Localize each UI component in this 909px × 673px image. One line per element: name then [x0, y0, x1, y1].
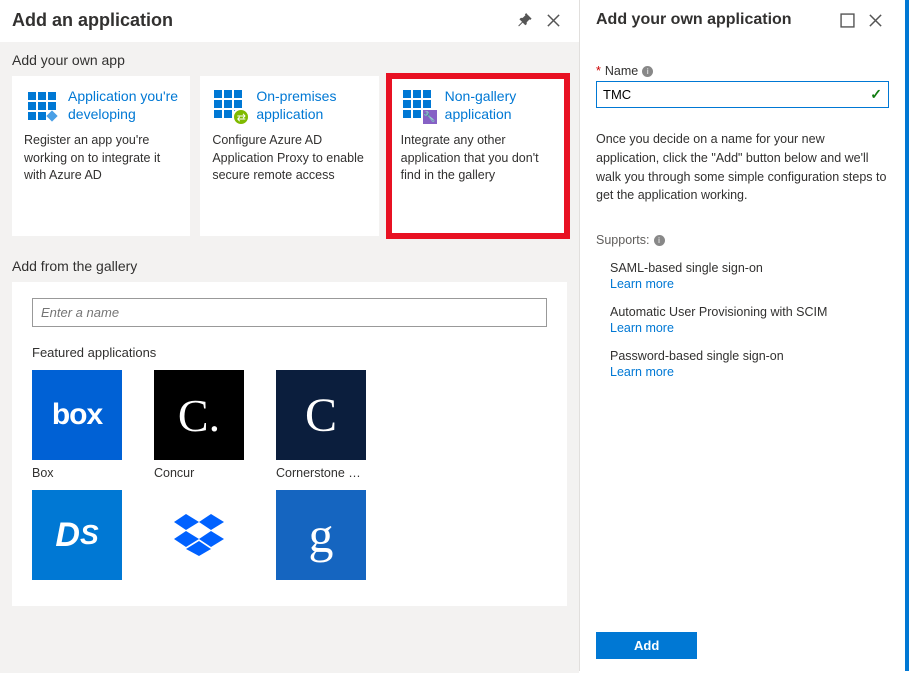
- blade-body[interactable]: Add your own app Application you're deve…: [0, 42, 579, 673]
- close-icon[interactable]: [861, 6, 889, 34]
- name-input[interactable]: [597, 82, 888, 107]
- box-logo-icon: box: [32, 370, 122, 460]
- concur-logo-icon: C.: [154, 370, 244, 460]
- card-app-developing[interactable]: Application you're developing Register a…: [12, 76, 190, 236]
- gallery-search-input[interactable]: [32, 298, 547, 327]
- card-on-premises[interactable]: ⇄ On-premises application Configure Azur…: [200, 76, 378, 236]
- tile-dropbox[interactable]: [154, 490, 244, 580]
- tile-row-1: box Box C. Concur C Cornerstone O...: [32, 370, 547, 480]
- card-non-gallery[interactable]: 🔧 Non-gallery application Integrate any …: [389, 76, 567, 236]
- info-icon[interactable]: i: [654, 235, 665, 246]
- learn-more-link[interactable]: Learn more: [610, 321, 889, 335]
- right-blade-title: Add your own application: [596, 11, 833, 29]
- add-own-application-blade: Add your own application * Name i ✓ Once…: [580, 0, 909, 671]
- tile-label: Concur: [154, 466, 244, 480]
- learn-more-link[interactable]: Learn more: [610, 277, 889, 291]
- cornerstone-logo-icon: C: [276, 370, 366, 460]
- on-prem-icon: ⇄: [212, 88, 248, 124]
- right-blade-header: Add your own application: [596, 0, 889, 42]
- name-input-wrap: ✓: [596, 81, 889, 108]
- tile-google[interactable]: g: [276, 490, 366, 580]
- non-gallery-icon: 🔧: [401, 88, 437, 124]
- card-desc: Configure Azure AD Application Proxy to …: [212, 132, 366, 185]
- app-dev-icon: [24, 88, 60, 124]
- card-desc: Integrate any other application that you…: [401, 132, 555, 185]
- supports-header: Supports: i: [596, 233, 889, 247]
- name-label-text: Name: [605, 64, 638, 78]
- tile-label: Cornerstone O...: [276, 466, 366, 480]
- info-icon[interactable]: i: [642, 66, 653, 77]
- pin-icon[interactable]: [511, 6, 539, 34]
- own-app-header: Add your own app: [0, 42, 579, 76]
- support-item-password: Password-based single sign-on Learn more: [610, 349, 889, 379]
- close-icon[interactable]: [539, 6, 567, 34]
- dropbox-logo-icon: [154, 490, 244, 580]
- card-title: Application you're developing: [68, 88, 178, 124]
- support-title: Password-based single sign-on: [610, 349, 889, 363]
- card-desc: Register an app you're working on to int…: [24, 132, 178, 185]
- gallery-box: Featured applications box Box C. Concur …: [12, 282, 567, 606]
- learn-more-link[interactable]: Learn more: [610, 365, 889, 379]
- card-title: On-premises application: [256, 88, 366, 124]
- google-logo-icon: g: [276, 490, 366, 580]
- tile-cornerstone[interactable]: C Cornerstone O...: [276, 370, 366, 480]
- docusign-logo-icon: DS: [32, 490, 122, 580]
- tile-label: Box: [32, 466, 122, 480]
- support-title: Automatic User Provisioning with SCIM: [610, 305, 889, 319]
- add-button[interactable]: Add: [596, 632, 697, 659]
- tile-row-2: DS g: [32, 490, 547, 580]
- tile-box[interactable]: box Box: [32, 370, 122, 480]
- blade-header: Add an application: [0, 0, 579, 42]
- tile-concur[interactable]: C. Concur: [154, 370, 244, 480]
- supports-label: Supports:: [596, 233, 650, 247]
- tile-docusign[interactable]: DS: [32, 490, 122, 580]
- support-item-scim: Automatic User Provisioning with SCIM Le…: [610, 305, 889, 335]
- valid-check-icon: ✓: [870, 86, 882, 103]
- help-text: Once you decide on a name for your new a…: [596, 130, 889, 205]
- required-star-icon: *: [596, 64, 601, 78]
- blade-title: Add an application: [12, 10, 511, 31]
- maximize-icon[interactable]: [833, 6, 861, 34]
- support-title: SAML-based single sign-on: [610, 261, 889, 275]
- own-app-cards: Application you're developing Register a…: [0, 76, 579, 248]
- gallery-header: Add from the gallery: [0, 248, 579, 282]
- support-item-saml: SAML-based single sign-on Learn more: [610, 261, 889, 291]
- name-field-label: * Name i: [596, 64, 889, 78]
- featured-label: Featured applications: [32, 345, 547, 360]
- card-title: Non-gallery application: [445, 88, 555, 124]
- add-application-blade: Add an application Add your own app Appl…: [0, 0, 580, 671]
